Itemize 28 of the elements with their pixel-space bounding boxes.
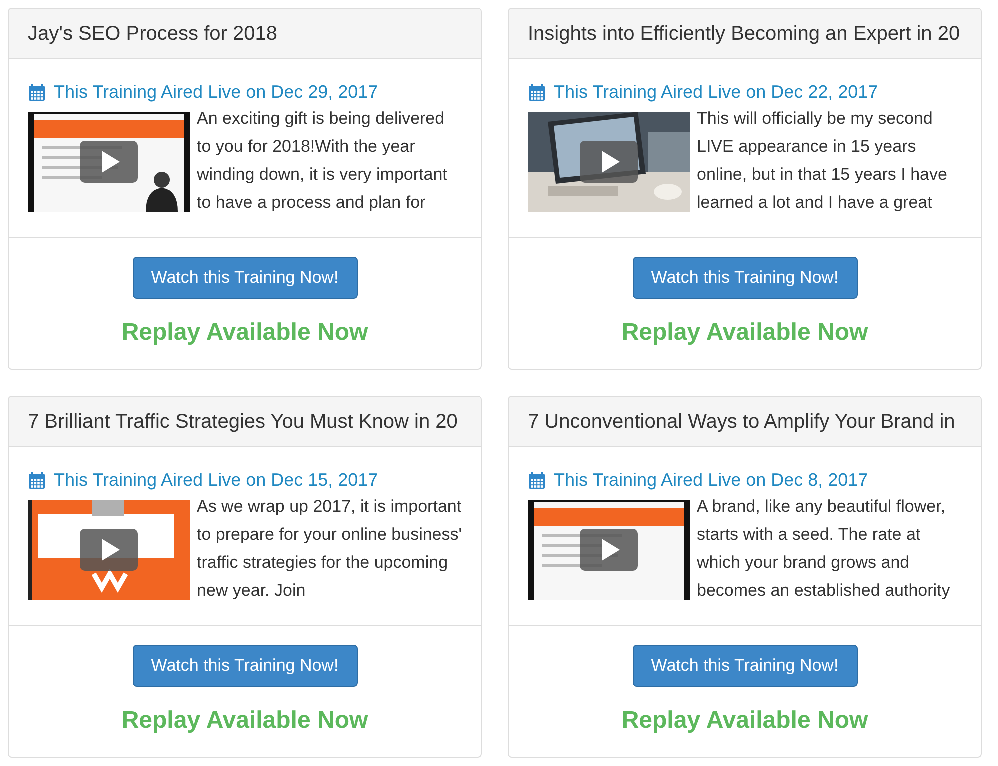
play-icon[interactable] [80, 529, 138, 571]
play-icon[interactable] [580, 141, 638, 183]
play-icon[interactable] [80, 141, 138, 183]
calendar-icon [28, 84, 46, 102]
card-title: Jay's SEO Process for 2018 [28, 22, 278, 46]
watch-training-button[interactable]: Watch this Training Now! [632, 257, 858, 299]
watch-training-button[interactable]: Watch this Training Now! [132, 257, 358, 299]
play-icon[interactable] [580, 529, 638, 571]
calendar-icon [528, 472, 546, 490]
replay-status: Replay Available Now [122, 318, 368, 348]
replay-status: Replay Available Now [122, 706, 368, 736]
replay-status: Replay Available Now [622, 706, 868, 736]
description: An exciting gift is being delivered to you for 2018!With the year winding down, it is very important to have a process and plan for [197, 108, 448, 214]
aired-date: This Training Aired Live on Dec 29, 2017 [54, 81, 378, 104]
watch-training-button[interactable]: Watch this Training Now! [632, 645, 858, 687]
calendar-icon [28, 472, 46, 490]
card-title: 7 Unconventional Ways to Amplify Your Brand in [528, 410, 956, 434]
aired-date: This Training Aired Live on Dec 15, 2017 [54, 469, 378, 492]
watch-training-button[interactable]: Watch this Training Now! [132, 645, 358, 687]
description: As we wrap up 2017, it is important to prepare for your online business' traffic strategies for the upcoming new year. Join [197, 496, 462, 602]
card-title: Insights into Efficiently Becoming an Expert in 20 [528, 22, 960, 46]
replay-status: Replay Available Now [622, 318, 868, 348]
aired-date: This Training Aired Live on Dec 8, 2017 [554, 469, 868, 492]
description: A brand, like any beautiful flower, starts with a seed. The rate at which your brand grows and becomes an established authority [697, 496, 952, 602]
card-title: 7 Brilliant Traffic Strategies You Must Know in 20 [28, 410, 458, 434]
calendar-icon [528, 84, 546, 102]
aired-date: This Training Aired Live on Dec 22, 2017 [554, 81, 878, 104]
description: This will officially be my second LIVE appearance in 15 years online, but in that 15 years I have learned a lot and I have a great [697, 108, 948, 214]
